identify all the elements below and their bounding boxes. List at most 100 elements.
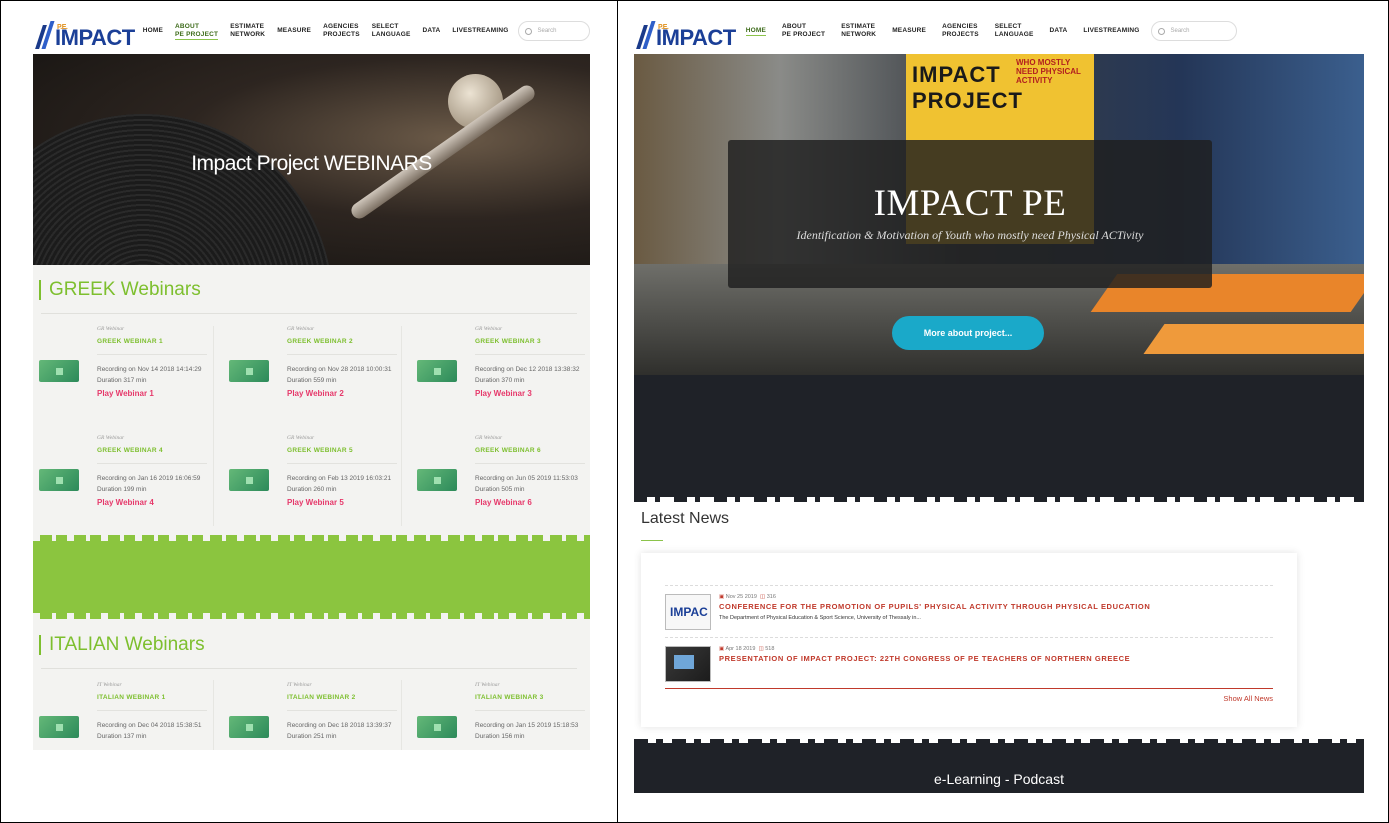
views-icon: ◫ [758,646,764,652]
video-thumbnail[interactable] [229,716,269,738]
hero-title: Impact Project WEBINARS [191,152,432,175]
leaflet-image [1143,324,1364,354]
section-divider [41,668,577,669]
news-item[interactable]: ▣ Apr 18 2019 ◫ 518 PRESENTATION OF IMPA… [665,637,1273,685]
nav-livestreaming[interactable]: LIVESTREAMING [452,27,508,35]
video-thumbnail[interactable] [39,716,79,738]
nav-measure[interactable]: MEASURE [892,27,926,35]
webinar-title[interactable]: GREEK WEBINAR 5 [287,447,353,454]
nav-select-language[interactable]: SELECT LANGUAGE [995,23,1034,39]
play-icon [245,476,253,484]
elearning-heading: e-Learning - Podcast [934,771,1064,787]
calendar-icon: ▣ [719,594,725,600]
webinar-card-it-3: IT Webinar ITALIAN WEBINAR 3 Recording o… [417,682,590,750]
logo-small-text: P.E. [57,24,68,31]
news-excerpt: The Department of Physical Education & S… [719,615,921,621]
webinar-card-gr-5: GR Webinar GREEK WEBINAR 5 Recording on … [229,435,409,535]
greek-webinars-heading: GREEK Webinars [39,280,201,300]
green-separator-band [33,535,590,619]
logo-mark-icon [638,19,656,49]
video-thumbnail[interactable] [39,469,79,491]
video-thumbnail[interactable] [229,469,269,491]
nav-menu: HOME ABOUT PE PROJECT ESTIMATE NETWORK MEA… [137,21,590,41]
news-item[interactable]: IMPAC ▣ Nov 25 2019 ◫ 316 CONFERENCE FOR… [665,585,1273,633]
nav-measure[interactable]: MEASURE [277,27,311,35]
video-thumbnail[interactable] [39,360,79,382]
calendar-icon: ▣ [719,646,725,652]
webinar-title[interactable]: ITALIAN WEBINAR 3 [475,694,544,701]
webinar-card-gr-3: GR Webinar GREEK WEBINAR 3 Recording on … [417,326,590,426]
play-webinar-link[interactable]: Play Webinar 6 [475,498,532,507]
webinar-title[interactable]: GREEK WEBINAR 2 [287,338,353,345]
latest-news-panel: IMPAC ▣ Nov 25 2019 ◫ 316 CONFERENCE FOR… [641,553,1297,727]
more-about-project-button[interactable]: More about project... [892,316,1044,350]
vinyl-record-image [33,114,333,265]
impact-logo[interactable]: P.E. IMPACT [638,13,736,49]
top-navbar: P.E. IMPACT HOME ABOUT PE PROJECT ESTIMATE… [634,8,1364,54]
nav-agencies[interactable]: AGENCIES PROJECTS [942,23,979,39]
search-icon [1158,27,1166,35]
hero-title: IMPACT PE [873,183,1067,224]
nav-select-language[interactable]: SELECT LANGUAGE [372,23,411,39]
logo-small-text: P.E. [658,24,669,31]
play-webinar-link[interactable]: Play Webinar 3 [475,389,532,398]
video-thumbnail[interactable] [417,360,457,382]
nav-home[interactable]: HOME [143,27,163,35]
webinar-title[interactable]: ITALIAN WEBINAR 2 [287,694,356,701]
play-webinar-link[interactable]: Play Webinar 4 [97,498,154,507]
webinar-title[interactable]: GREEK WEBINAR 1 [97,338,163,345]
show-all-news-link[interactable]: Show All News [1223,694,1273,703]
video-thumbnail[interactable] [417,716,457,738]
play-icon [55,476,63,484]
webinar-title[interactable]: GREEK WEBINAR 4 [97,447,163,454]
play-webinar-link[interactable]: Play Webinar 5 [287,498,344,507]
play-icon [55,367,63,375]
video-thumbnail[interactable] [417,469,457,491]
nav-estimate[interactable]: ESTIMATE NETWORK [230,23,265,39]
play-icon [433,367,441,375]
search-input[interactable]: Search [518,21,590,41]
italian-webinars-heading: ITALIAN Webinars [39,635,205,655]
play-icon [55,723,63,731]
nav-livestreaming[interactable]: LIVESTREAMING [1083,27,1139,35]
impact-logo[interactable]: P.E. IMPACT [37,13,135,49]
latest-news-heading: Latest News [641,510,730,527]
webinar-title[interactable]: GREEK WEBINAR 3 [475,338,541,345]
news-divider [665,688,1273,689]
webinars-page: P.E. IMPACT HOME ABOUT PE PROJECT ESTIMATE… [33,8,590,750]
nav-about[interactable]: ABOUT PE PROJECT [175,23,219,40]
news-thumbnail[interactable] [665,646,711,682]
hero-caption-box: IMPACT PE Identification & Motivation of… [728,140,1212,288]
nav-agencies[interactable]: AGENCIES PROJECTS [323,23,360,39]
section-divider [41,313,577,314]
play-webinar-link[interactable]: Play Webinar 1 [97,389,154,398]
news-thumbnail[interactable]: IMPAC [665,594,711,630]
nav-data[interactable]: DATA [1050,27,1068,35]
nav-data[interactable]: DATA [423,27,441,35]
webinar-card-gr-4: GR Webinar GREEK WEBINAR 4 Recording on … [39,435,219,535]
news-headline-link[interactable]: PRESENTATION OF IMPACT PROJECT: 22TH CON… [719,654,1130,663]
top-navbar: P.E. IMPACT HOME ABOUT PE PROJECT ESTIMATE… [33,8,590,54]
nav-about[interactable]: ABOUT PE PROJECT [782,23,825,39]
heading-accent-line [641,540,663,541]
home-page: P.E. IMPACT HOME ABOUT PE PROJECT ESTIMATE… [634,8,1364,793]
hero-subtitle: Identification & Motivation of Youth who… [796,228,1144,242]
webinar-card-gr-2: GR Webinar GREEK WEBINAR 2 Recording on … [229,326,409,426]
search-icon [525,27,533,35]
panel-divider [617,0,618,823]
webinar-title[interactable]: ITALIAN WEBINAR 1 [97,694,166,701]
webinars-hero: Impact Project WEBINARS [33,54,590,265]
play-icon [433,476,441,484]
nav-estimate[interactable]: ESTIMATE NETWORK [841,23,876,39]
webinar-card-gr-1: GR Webinar GREEK WEBINAR 1 Recording on … [39,326,219,426]
webinar-card-gr-6: GR Webinar GREEK WEBINAR 6 Recording on … [417,435,590,535]
elearning-section: e-Learning - Podcast [634,739,1364,793]
news-headline-link[interactable]: CONFERENCE FOR THE PROMOTION OF PUPILS' … [719,602,1150,611]
search-input[interactable]: Search [1151,21,1238,41]
webinar-title[interactable]: GREEK WEBINAR 6 [475,447,541,454]
play-webinar-link[interactable]: Play Webinar 2 [287,389,344,398]
views-icon: ◫ [760,594,766,600]
nav-home[interactable]: HOME [745,27,767,36]
webinar-card-it-1: IT Webinar ITALIAN WEBINAR 1 Recording o… [39,682,219,750]
video-thumbnail[interactable] [229,360,269,382]
